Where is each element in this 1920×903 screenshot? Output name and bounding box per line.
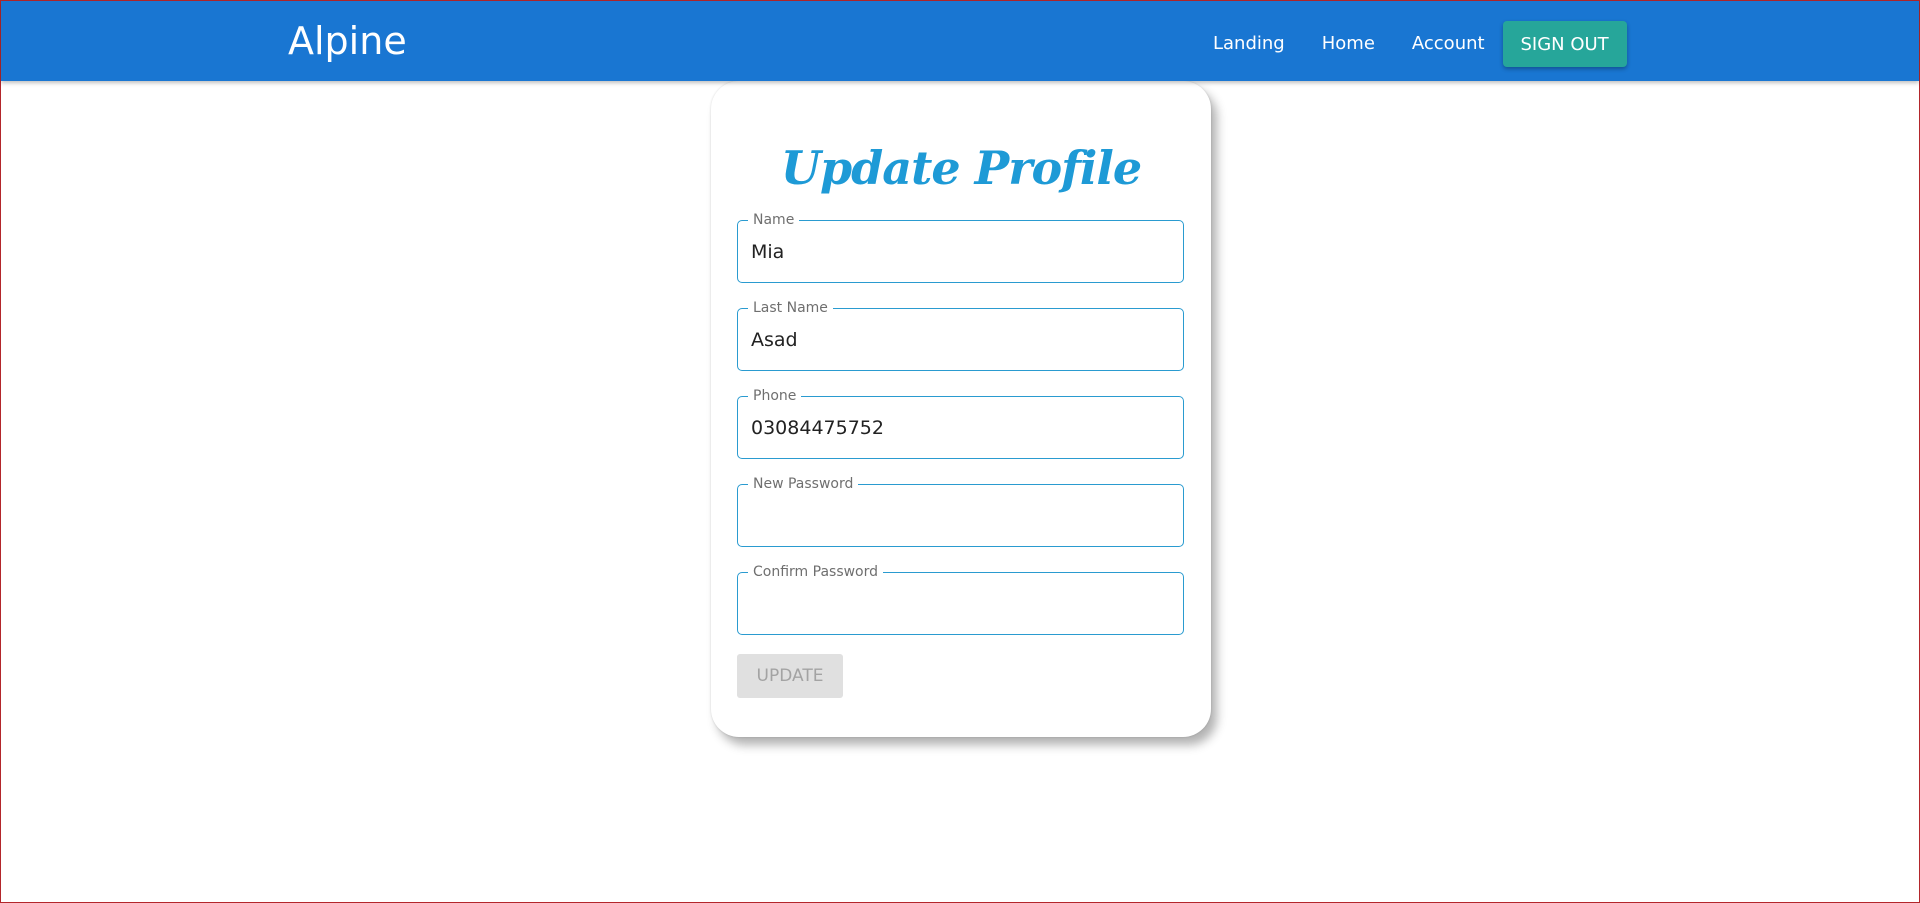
confirm-password-input[interactable] xyxy=(751,587,1171,621)
last-name-input[interactable] xyxy=(751,323,1171,357)
page-title: Update Profile xyxy=(780,141,1142,195)
nav-link-account[interactable]: Account xyxy=(1412,24,1485,64)
last-name-label: Last Name xyxy=(748,299,833,317)
new-password-label: New Password xyxy=(748,475,859,493)
nav-links: Landing Home Account SIGN OUT xyxy=(1213,21,1627,67)
phone-input[interactable] xyxy=(751,411,1171,445)
phone-field[interactable]: Phone xyxy=(737,387,1184,459)
nav-link-landing[interactable]: Landing xyxy=(1213,24,1285,64)
brand-logo[interactable]: Alpine xyxy=(288,19,407,63)
name-label: Name xyxy=(748,211,800,229)
update-button[interactable]: UPDATE xyxy=(737,654,843,698)
confirm-password-field[interactable]: Confirm Password xyxy=(737,563,1184,635)
nav-link-home[interactable]: Home xyxy=(1322,24,1375,64)
new-password-field[interactable]: New Password xyxy=(737,475,1184,547)
top-navbar: Alpine Landing Home Account SIGN OUT xyxy=(1,1,1919,81)
name-input[interactable] xyxy=(751,235,1171,269)
new-password-input[interactable] xyxy=(751,499,1171,533)
phone-label: Phone xyxy=(748,387,802,405)
update-profile-card: Update Profile Name Last Name Phone New … xyxy=(711,81,1211,737)
sign-out-button[interactable]: SIGN OUT xyxy=(1502,21,1627,67)
name-field[interactable]: Name xyxy=(737,211,1184,283)
confirm-password-label: Confirm Password xyxy=(748,563,884,581)
last-name-field[interactable]: Last Name xyxy=(737,299,1184,371)
